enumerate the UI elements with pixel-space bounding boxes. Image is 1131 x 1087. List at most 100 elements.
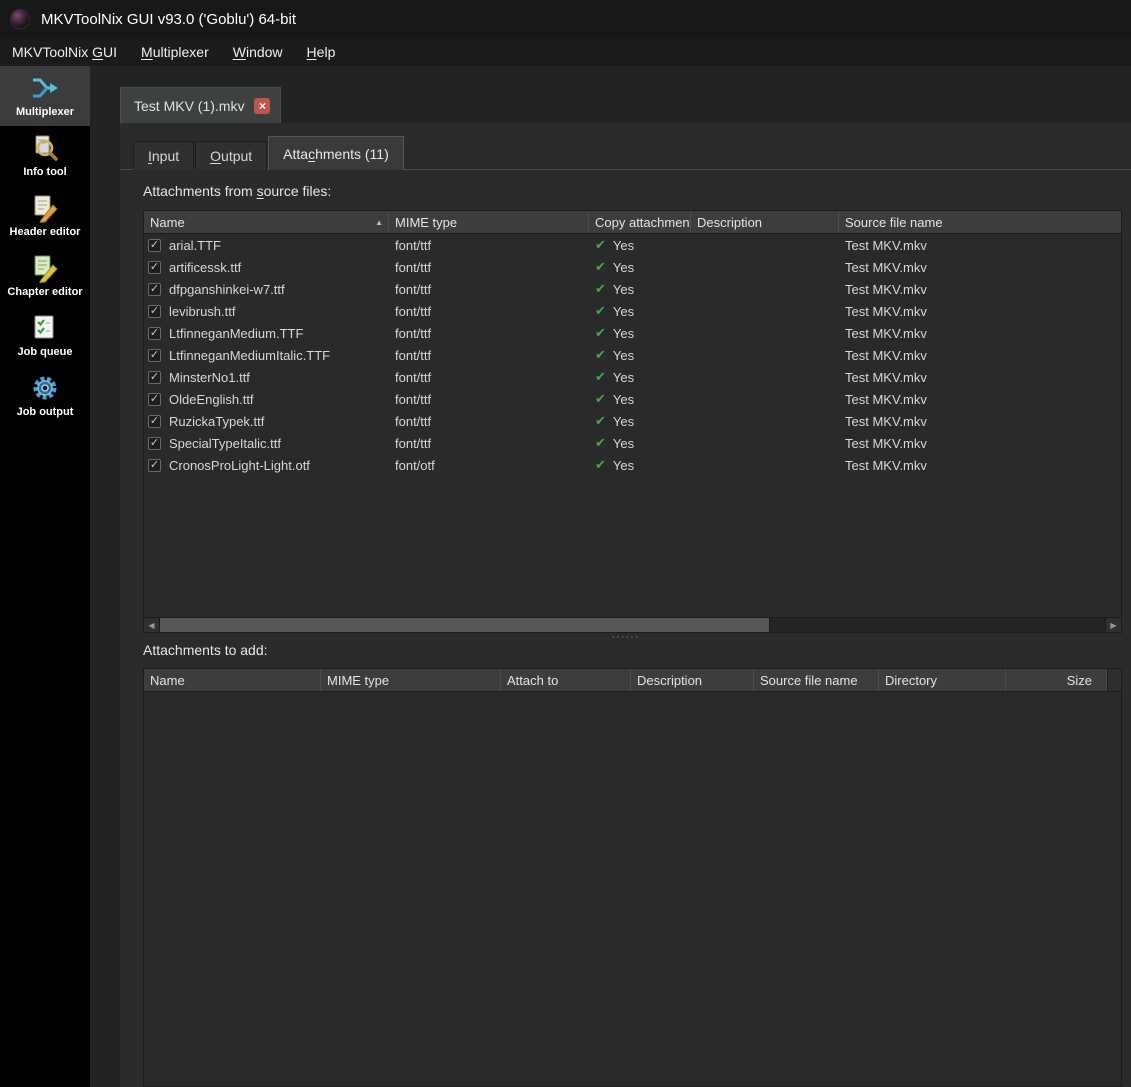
- attachment-copy-cell: ✔ Yes: [589, 388, 691, 410]
- menu-mkvtoolnix-gui[interactable]: MKVToolNix GUI: [0, 40, 129, 64]
- sidebar-item-label: Header editor: [10, 226, 81, 238]
- attachment-name-label: LtfinneganMedium.TTF: [169, 326, 303, 341]
- source-attachments-table: Name▲ MIME type Copy attachment Descript…: [143, 210, 1122, 633]
- attachment-source-cell: Test MKV.mkv: [839, 410, 1121, 432]
- attachment-row[interactable]: ✓ dfpganshinkei-w7.ttf font/ttf ✔ Yes Te…: [144, 278, 1121, 300]
- splitter-handle[interactable]: ······: [120, 635, 1131, 642]
- attachment-description-cell: [691, 432, 839, 454]
- menu-window[interactable]: Window: [221, 40, 295, 64]
- scrollbar-thumb[interactable]: [160, 618, 770, 632]
- attachment-checkbox[interactable]: ✓: [148, 459, 161, 472]
- sidebar-item-label: Chapter editor: [7, 286, 82, 298]
- copy-label: Yes: [613, 414, 634, 429]
- attachment-name-label: CronosProLight-Light.otf: [169, 458, 310, 473]
- tab-input[interactable]: Input: [133, 141, 194, 170]
- attachment-description-cell: [691, 234, 839, 256]
- attachment-row[interactable]: ✓ artificessk.ttf font/ttf ✔ Yes Test MK…: [144, 256, 1121, 278]
- attachment-row[interactable]: ✓ LtfinneganMedium.TTF font/ttf ✔ Yes Te…: [144, 322, 1121, 344]
- column-header-label: Name: [150, 215, 185, 230]
- attachment-mime-cell: font/ttf: [389, 388, 589, 410]
- attachment-mime-cell: font/ttf: [389, 300, 589, 322]
- copy-check-icon: ✔: [595, 237, 606, 253]
- column-header-mime-type[interactable]: MIME type: [321, 669, 501, 691]
- tool-sidebar: Multiplexer Info tool Header editor: [0, 66, 90, 1087]
- magnifier-icon: [30, 133, 60, 163]
- sidebar-item-header-editor[interactable]: Header editor: [0, 186, 90, 246]
- column-header-description[interactable]: Description: [631, 669, 754, 691]
- tab-label: hments (11): [315, 146, 389, 162]
- attachment-name-label: dfpganshinkei-w7.ttf: [169, 282, 285, 297]
- attachment-row[interactable]: ✓ CronosProLight-Light.otf font/otf ✔ Ye…: [144, 454, 1121, 476]
- attachment-name-cell: ✓ LtfinneganMedium.TTF: [144, 322, 389, 344]
- document-pencil-icon: [30, 193, 60, 223]
- document-tab-label: Test MKV (1).mkv: [134, 98, 244, 114]
- attachment-checkbox[interactable]: ✓: [148, 349, 161, 362]
- attachment-description-cell: [691, 388, 839, 410]
- attachment-description-cell: [691, 410, 839, 432]
- source-table-header: Name▲ MIME type Copy attachment Descript…: [144, 211, 1121, 234]
- scroll-left-arrow-icon[interactable]: ◀: [144, 618, 160, 632]
- sidebar-item-chapter-editor[interactable]: Chapter editor: [0, 246, 90, 306]
- attachment-checkbox[interactable]: ✓: [148, 393, 161, 406]
- column-header-label: MIME type: [327, 673, 389, 688]
- attachment-name-cell: ✓ arial.TTF: [144, 234, 389, 256]
- sidebar-item-multiplexer[interactable]: Multiplexer: [0, 66, 90, 126]
- attachment-checkbox[interactable]: ✓: [148, 437, 161, 450]
- column-header-name[interactable]: Name: [144, 669, 321, 691]
- scrollbar-track[interactable]: [770, 618, 1105, 632]
- attachment-checkbox[interactable]: ✓: [148, 239, 161, 252]
- attachment-copy-cell: ✔ Yes: [589, 234, 691, 256]
- attachment-row[interactable]: ✓ OldeEnglish.ttf font/ttf ✔ Yes Test MK…: [144, 388, 1121, 410]
- column-header-label: Description: [697, 215, 762, 230]
- column-header-name[interactable]: Name▲: [144, 211, 389, 233]
- attachment-mime-cell: font/ttf: [389, 366, 589, 388]
- column-header-mime-type[interactable]: MIME type: [389, 211, 589, 233]
- merge-arrows-icon: [30, 73, 60, 103]
- copy-label: Yes: [613, 436, 634, 451]
- attachment-checkbox[interactable]: ✓: [148, 415, 161, 428]
- tab-mnemonic: c: [308, 146, 315, 162]
- attachment-source-cell: Test MKV.mkv: [839, 256, 1121, 278]
- add-attachments-body: [144, 692, 1121, 1086]
- attachment-row[interactable]: ✓ levibrush.ttf font/ttf ✔ Yes Test MKV.…: [144, 300, 1121, 322]
- attachment-row[interactable]: ✓ MinsterNo1.ttf font/ttf ✔ Yes Test MKV…: [144, 366, 1121, 388]
- column-header-size[interactable]: Size: [1006, 669, 1107, 691]
- attachment-checkbox[interactable]: ✓: [148, 371, 161, 384]
- column-header-copy-attachment[interactable]: Copy attachment: [589, 211, 691, 233]
- sidebar-item-job-output[interactable]: Job output: [0, 366, 90, 426]
- sidebar-item-label: Info tool: [23, 166, 66, 178]
- attachment-copy-cell: ✔ Yes: [589, 366, 691, 388]
- column-header-description[interactable]: Description: [691, 211, 839, 233]
- column-header-directory[interactable]: Directory: [879, 669, 1006, 691]
- attachment-checkbox[interactable]: ✓: [148, 261, 161, 274]
- attachment-description-cell: [691, 454, 839, 476]
- document-tab-test-mkv[interactable]: Test MKV (1).mkv ×: [120, 87, 281, 123]
- attachment-row[interactable]: ✓ arial.TTF font/ttf ✔ Yes Test MKV.mkv: [144, 234, 1121, 256]
- copy-label: Yes: [613, 282, 634, 297]
- copy-label: Yes: [613, 458, 634, 473]
- attachment-checkbox[interactable]: ✓: [148, 283, 161, 296]
- attachment-row[interactable]: ✓ LtfinneganMediumItalic.TTF font/ttf ✔ …: [144, 344, 1121, 366]
- column-header-label: Description: [637, 673, 702, 688]
- tab-attachments[interactable]: Attachments (11): [268, 136, 404, 170]
- menu-help[interactable]: Help: [295, 40, 348, 64]
- column-header-label: Size: [1067, 673, 1092, 688]
- attachment-mime-cell: font/ttf: [389, 278, 589, 300]
- window-title: MKVToolNix GUI v93.0 ('Goblu') 64-bit: [41, 11, 296, 28]
- tab-label: Atta: [283, 146, 308, 162]
- attachment-checkbox[interactable]: ✓: [148, 305, 161, 318]
- sidebar-item-info-tool[interactable]: Info tool: [0, 126, 90, 186]
- column-header-source-file-name[interactable]: Source file name: [839, 211, 1121, 233]
- attachment-checkbox[interactable]: ✓: [148, 327, 161, 340]
- attachment-row[interactable]: ✓ SpecialTypeItalic.ttf font/ttf ✔ Yes T…: [144, 432, 1121, 454]
- column-header-source-file-name[interactable]: Source file name: [754, 669, 879, 691]
- menu-multiplexer[interactable]: Multiplexer: [129, 40, 221, 64]
- sidebar-item-job-queue[interactable]: Job queue: [0, 306, 90, 366]
- tab-output[interactable]: Output: [195, 141, 267, 170]
- attachment-row[interactable]: ✓ RuzickaTypek.ttf font/ttf ✔ Yes Test M…: [144, 410, 1121, 432]
- source-attachments-label: Attachments from source files:: [143, 183, 331, 199]
- column-header-label: Name: [150, 673, 185, 688]
- scroll-right-arrow-icon[interactable]: ▶: [1105, 618, 1121, 632]
- close-tab-icon[interactable]: ×: [254, 98, 270, 114]
- column-header-attach-to[interactable]: Attach to: [501, 669, 631, 691]
